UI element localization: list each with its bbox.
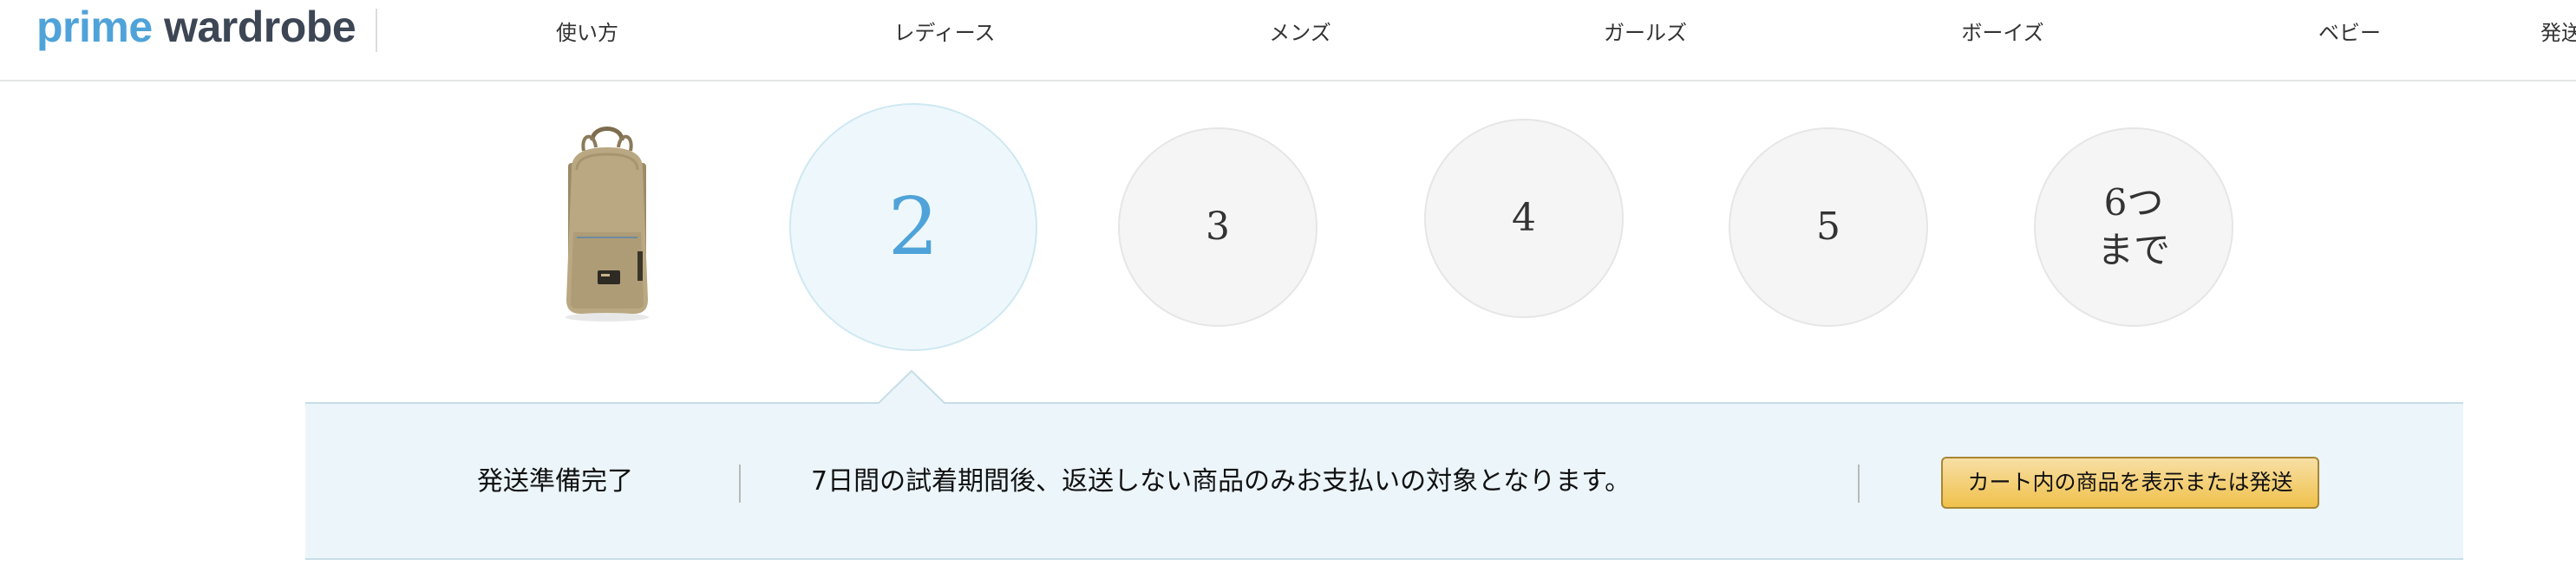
step-circle-5[interactable]: 5 bbox=[1729, 127, 1928, 327]
logo-prime-text: prime bbox=[36, 3, 153, 51]
step-label-3: 3 bbox=[1206, 205, 1230, 250]
info-separator-left bbox=[739, 465, 741, 503]
step-circle-6-max[interactable]: 6つ まで bbox=[2034, 127, 2233, 327]
header-divider bbox=[376, 9, 377, 52]
active-step-pointer bbox=[879, 369, 945, 404]
logo-wardrobe-text: wardrobe bbox=[164, 3, 356, 51]
step-circle-3[interactable]: 3 bbox=[1118, 127, 1317, 327]
nav-item-mens[interactable]: メンズ bbox=[1269, 14, 1331, 52]
nav-item-baby[interactable]: ベビー bbox=[2318, 14, 2381, 52]
step-label-5: 5 bbox=[1816, 205, 1840, 250]
step-label-2: 2 bbox=[887, 180, 939, 274]
nav-item-ladies[interactable]: レディース bbox=[893, 14, 995, 52]
step-label-6-suffix: まで bbox=[2096, 229, 2170, 271]
nav-item-how-to-use[interactable]: 使い方 bbox=[556, 14, 618, 52]
step-label-4: 4 bbox=[1512, 196, 1536, 241]
step-label-6: 6つ bbox=[2103, 181, 2164, 224]
nav-item-girls[interactable]: ガールズ bbox=[1604, 14, 1687, 52]
step-circle-4[interactable]: 4 bbox=[1424, 119, 1624, 318]
info-separator-right bbox=[1858, 465, 1860, 503]
nav-item-boys[interactable]: ボーイズ bbox=[1961, 14, 2043, 52]
step-circle-2[interactable]: 2 bbox=[789, 103, 1037, 351]
top-header: prime wardrobe 使い方 レディース メンズ ガールズ ボーイズ ベ… bbox=[0, 0, 2576, 81]
backpack-product-image[interactable] bbox=[542, 121, 672, 329]
ready-to-ship-status: 発送準備完了 bbox=[477, 466, 633, 497]
view-cart-or-ship-button[interactable]: カート内の商品を表示または発送 bbox=[1941, 457, 2319, 509]
trial-period-message: 7日間の試着期間後、返送しない商品のみお支払いの対象となります。 bbox=[811, 466, 1631, 497]
nav-item-ship[interactable]: 発送 bbox=[2540, 14, 2576, 52]
prime-wardrobe-logo[interactable]: prime wardrobe bbox=[36, 0, 356, 54]
